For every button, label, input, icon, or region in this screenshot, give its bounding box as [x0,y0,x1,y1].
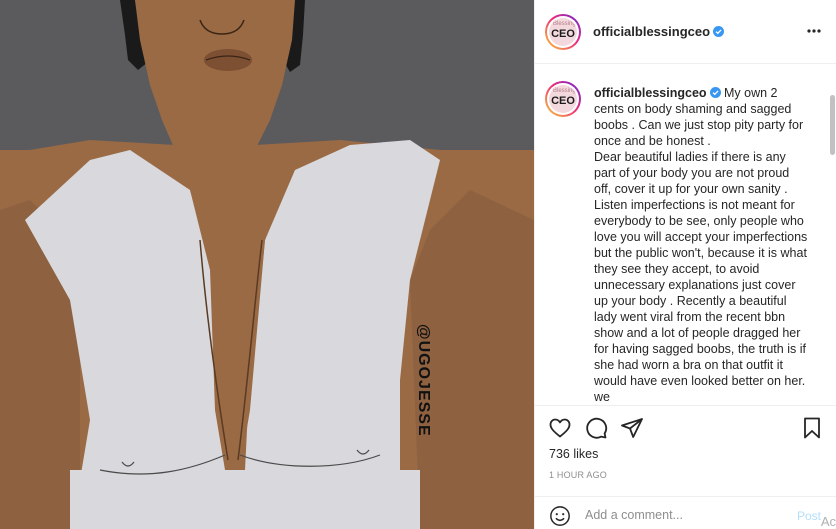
caption-line: Dear beautiful ladies if there is any pa… [594,150,808,404]
comment-input[interactable] [585,505,785,525]
caption-text: officialblessingceo My own 2 cents on bo… [594,85,809,405]
emoji-icon[interactable] [549,505,571,527]
bookmark-icon[interactable] [800,416,824,440]
likes-count[interactable]: 736 likes [549,447,598,461]
comment-icon[interactable] [584,416,608,440]
header-username[interactable]: officialblessingceo [593,24,725,39]
illustration [0,0,534,529]
comment-bar: Post [535,496,836,529]
header-username-text[interactable]: officialblessingceo [593,24,710,39]
verified-badge-icon [709,87,721,98]
post-details-panel: Blessing CEO officialblessingceo Blessin… [534,0,836,529]
avatar-main-text: CEO [551,28,575,40]
action-bar [535,405,836,445]
heart-icon[interactable] [548,416,572,440]
caption-area: Blessing CEO officialblessingceo My own … [535,65,836,405]
verified-badge-icon [713,26,725,37]
caption-avatar-top-text: Blessing [553,88,576,94]
caption-scrollbar[interactable] [828,65,836,405]
paper-plane-icon[interactable] [620,416,644,440]
caption-avatar-main-text: CEO [551,95,575,107]
watermark-text: @UGOJESSE [312,324,432,437]
post-image[interactable]: @UGOJESSE [0,0,534,529]
caption-username[interactable]: officialblessingceo [594,86,707,100]
ad-tag: Ac [820,514,836,529]
avatar[interactable]: Blessing CEO [545,14,581,50]
scrollbar-thumb[interactable] [830,95,835,155]
post-header: Blessing CEO officialblessingceo [535,0,836,64]
post-button[interactable]: Post [797,509,821,523]
avatar-top-text: Blessing [553,21,576,27]
caption-avatar[interactable]: Blessing CEO [545,81,581,117]
more-options-icon[interactable] [805,22,823,40]
post-timestamp[interactable]: 1 HOUR AGO [549,470,607,480]
